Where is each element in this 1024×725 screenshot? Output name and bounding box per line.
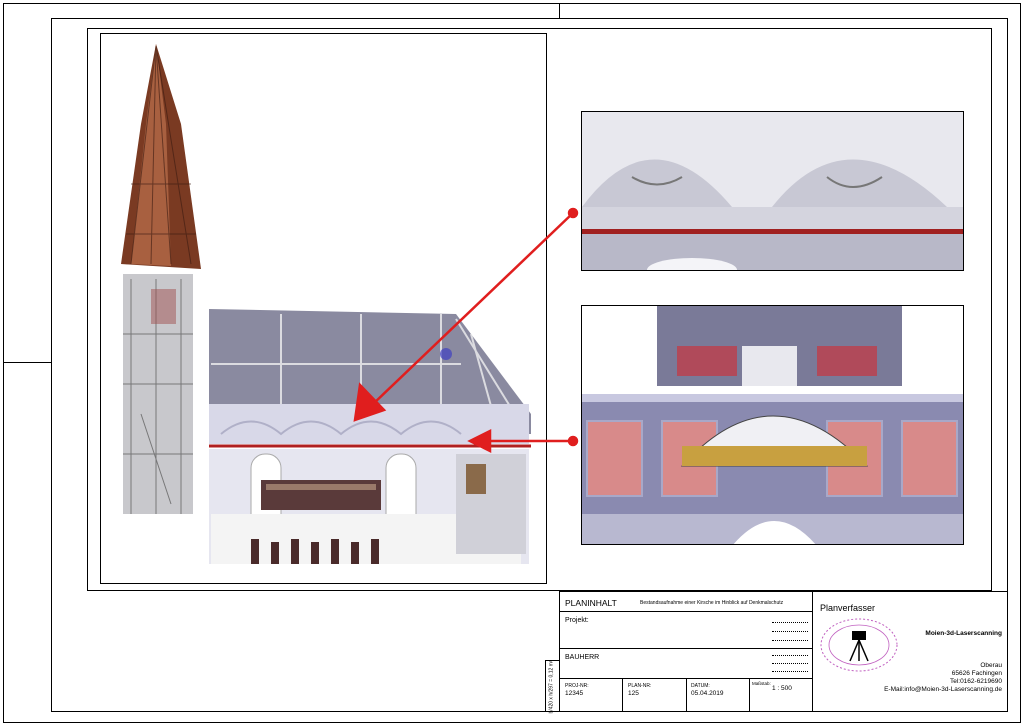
tb-col-3 [749, 678, 750, 712]
tb-strip-divider [545, 660, 546, 712]
address-line1: Oberau [980, 662, 1002, 669]
laser-scanner-logo-icon [820, 618, 898, 672]
dotted-line [772, 655, 808, 656]
proj-nr-label: PROJ-NR: [565, 683, 589, 689]
callout-line-vault [371, 212, 574, 406]
planverfasser-label: Planverfasser [820, 603, 876, 613]
callout-dot-altar [567, 435, 579, 447]
plan-nr-value: 125 [628, 690, 639, 697]
datum-label: DATUM: [691, 683, 710, 689]
callout-arrowhead-altar [467, 428, 492, 454]
tb-col-1 [622, 678, 623, 712]
dotted-line [772, 671, 808, 672]
tb-divider-planverfasser [812, 591, 813, 712]
massstab-label: Maßstab: [752, 681, 771, 686]
dotted-line [772, 663, 808, 664]
address-line2: 65626 Fachingen [951, 670, 1002, 677]
phone: Tel:0162-6219690 [949, 678, 1002, 685]
tb-row-2 [559, 648, 812, 649]
title-block [559, 591, 1008, 712]
email: E-Mail:info@Moien-3d-Laserscanning.de [884, 686, 1002, 693]
planinhalt-label: PLANINHALT [565, 598, 617, 608]
dotted-line [772, 622, 808, 623]
massstab-value: 1 : 500 [772, 685, 792, 692]
callout-arrowhead-vault [353, 382, 387, 422]
callout-dot-vault [567, 207, 579, 219]
sheet-size-note: b/420 x h/297 = 0,12 m² [548, 660, 555, 714]
plan-nr-label: PLAN-NR: [628, 683, 652, 689]
bauherr-label: BAUHERR [565, 654, 600, 661]
planinhalt-text: Bestandsaufnahme einer Kirsche im Hinbli… [640, 600, 784, 606]
tb-row-1 [559, 611, 812, 612]
company-name: Moien-3d-Laserscanning [925, 630, 1002, 637]
datum-value: 05.04.2019 [691, 690, 724, 697]
company-logo [818, 615, 900, 677]
dotted-line [772, 631, 808, 632]
dotted-line [772, 640, 808, 641]
projekt-label: Projekt: [565, 617, 589, 624]
proj-nr-value: 12345 [565, 690, 584, 697]
tb-col-2 [686, 678, 687, 712]
